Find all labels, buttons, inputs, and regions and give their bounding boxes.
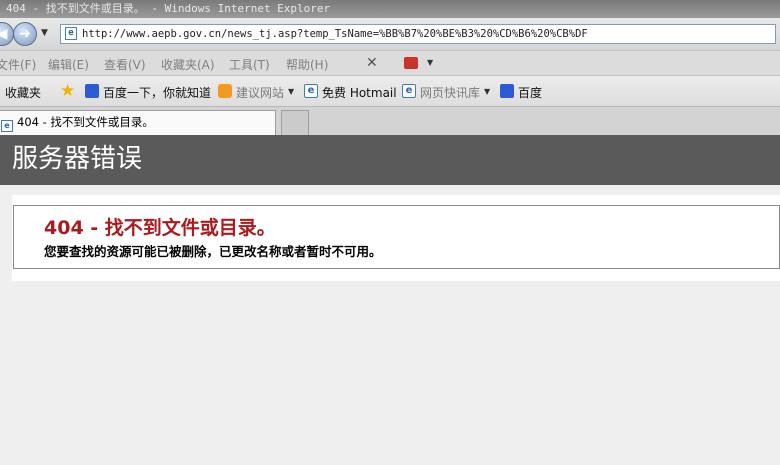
error-box: 404 - 找不到文件或目录。 您要查找的资源可能已被删除，已更改名称或者暂时不… [13,205,780,269]
address-url: http://www.aepb.gov.cn/news_tj.asp?temp_… [82,28,588,40]
ie-icon: e [402,84,416,98]
menu-favorites[interactable]: 收藏夹(A) [161,56,215,73]
paw-icon [85,84,99,98]
fav-link-webslice[interactable]: 网页快讯库 [420,84,480,101]
menu-help[interactable]: 帮助(H) [286,56,328,73]
back-button[interactable]: ◀ [0,22,14,46]
page-header: 服务器错误 [0,135,780,185]
suggested-sites-icon [218,84,232,98]
menu-file[interactable]: 文件(F) [0,56,36,73]
ie-page-icon: e [1,120,13,132]
menu-bar: 文件(F) 编辑(E) 查看(V) 收藏夹(A) 工具(T) 帮助(H) ✕ ▼ [0,50,780,76]
address-input[interactable]: e http://www.aepb.gov.cn/news_tj.asp?temp… [60,24,776,44]
close-icon[interactable]: ✕ [366,55,378,71]
paw-icon [500,84,514,98]
chevron-down-icon[interactable]: ▼ [288,87,294,96]
window-title-bar: 404 - 找不到文件或目录。 - Windows Internet Explo… [0,0,780,18]
ie-page-icon: e [65,27,77,40]
translate-icon[interactable] [404,57,418,69]
menu-view[interactable]: 查看(V) [104,56,146,73]
chevron-down-icon[interactable]: ▼ [427,58,433,67]
chevron-down-icon[interactable]: ▼ [484,87,490,96]
favorites-button[interactable]: 收藏夹 [5,84,41,101]
star-icon[interactable] [60,81,75,101]
fav-link-suggested[interactable]: 建议网站 [236,84,284,101]
address-bar-row: ◀ ➜ ▼ e http://www.aepb.gov.cn/news_tj.as… [0,18,780,50]
tab-title: 404 - 找不到文件或目录。 [17,115,154,129]
favorites-bar: 收藏夹 百度一下，你就知道 建议网站 ▼ e 免费 Hotmail e 网页快讯… [0,76,780,107]
fav-link-baidu[interactable]: 百度 [518,84,542,101]
forward-button[interactable]: ➜ [13,22,37,46]
fav-link-baidu-search[interactable]: 百度一下，你就知道 [103,84,211,101]
history-dropdown-icon[interactable]: ▼ [41,28,48,38]
arrow-left-icon: ◀ [0,26,8,42]
tab-active[interactable]: e 404 - 找不到文件或目录。 [0,110,276,135]
tab-bar: e 404 - 找不到文件或目录。 [0,107,780,135]
arrow-right-icon: ➜ [19,26,31,42]
menu-edit[interactable]: 编辑(E) [48,56,89,73]
new-tab-button[interactable] [281,110,309,135]
page-title: 服务器错误 [12,144,143,174]
ie-icon: e [304,84,318,98]
error-message: 您要查找的资源可能已被删除，已更改名称或者暂时不可用。 [44,244,382,259]
fav-link-hotmail[interactable]: 免费 Hotmail [322,84,397,101]
window-title: 404 - 找不到文件或目录。 - Windows Internet Explo… [6,2,331,15]
error-title: 404 - 找不到文件或目录。 [44,217,276,239]
menu-tools[interactable]: 工具(T) [229,56,270,73]
